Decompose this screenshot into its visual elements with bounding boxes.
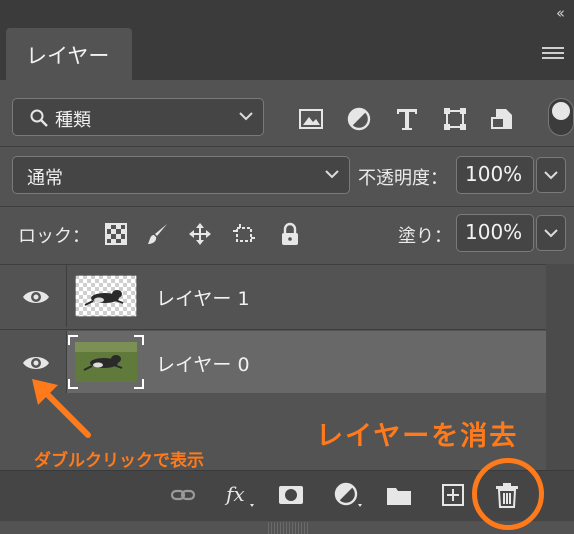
new-layer-icon[interactable] (440, 482, 466, 508)
filter-toggle[interactable] (548, 98, 574, 136)
tab-bar: レイヤー (0, 28, 574, 80)
fill-label: 塗り： (398, 226, 452, 247)
collapse-panel-icon[interactable]: ‹‹ (556, 4, 565, 22)
filter-kind-label: 種類 (55, 110, 91, 131)
blend-mode-select[interactable]: 通常 (12, 156, 350, 194)
opacity-input[interactable]: 100% (456, 156, 534, 194)
layer-thumbnail (75, 275, 137, 317)
layers-panel: ‹‹ レイヤー 種類 通常 不透明度： 100% ロック： 塗り： 100% レ… (0, 0, 574, 534)
lock-artboard-icon[interactable] (232, 222, 256, 246)
visibility-cell[interactable] (0, 265, 67, 327)
eye-icon[interactable] (22, 287, 50, 307)
annotation-arrow (32, 379, 91, 438)
delete-highlight-circle (472, 458, 544, 530)
opacity-label: 不透明度： (358, 168, 448, 189)
delete-layer-hint: レイヤーを消去 (316, 421, 519, 452)
divider (0, 146, 574, 147)
fill-dropdown-button[interactable] (536, 215, 566, 251)
type-filter-icon[interactable] (394, 106, 420, 132)
chevron-down-icon (325, 170, 339, 179)
blend-mode-label: 通常 (27, 168, 63, 189)
chevron-down-icon (544, 229, 558, 238)
mask-icon[interactable] (278, 482, 304, 508)
double-click-hint: ダブルクリックで表示 (34, 451, 204, 471)
panel-menu-icon[interactable] (542, 44, 564, 62)
fx-icon[interactable]: fx (224, 482, 256, 508)
layer-name: レイヤー 0 (156, 354, 250, 376)
link-icon[interactable] (170, 482, 196, 508)
search-icon (30, 109, 48, 127)
chevron-down-icon (544, 171, 558, 180)
layers-scrollbar[interactable] (546, 264, 574, 470)
smart-object-filter-icon[interactable] (490, 106, 516, 132)
divider (0, 329, 574, 330)
lock-all-icon[interactable] (278, 222, 302, 246)
adjustment-icon[interactable] (334, 482, 366, 508)
tab-layers[interactable]: レイヤー (6, 28, 132, 80)
tab-layers-label: レイヤー (26, 44, 110, 68)
folder-icon[interactable] (386, 482, 412, 508)
chevron-down-icon (239, 112, 253, 121)
filter-kind-select[interactable]: 種類 (12, 98, 264, 136)
opacity-value: 100% (465, 162, 523, 186)
image-filter-icon[interactable] (298, 106, 324, 132)
fill-value: 100% (465, 220, 523, 244)
resize-grip[interactable] (268, 522, 308, 534)
lock-image-icon[interactable] (146, 222, 170, 246)
svg-text:fx: fx (224, 482, 245, 506)
lock-transparent-icon[interactable] (104, 222, 128, 246)
layer-row[interactable]: レイヤー 1 (0, 265, 546, 327)
eye-icon[interactable] (22, 353, 50, 373)
layer-name: レイヤー 1 (156, 288, 250, 310)
adjustment-filter-icon[interactable] (346, 106, 372, 132)
fill-input[interactable]: 100% (456, 214, 534, 252)
lock-position-icon[interactable] (188, 222, 212, 246)
shape-filter-icon[interactable] (442, 106, 468, 132)
lock-label: ロック： (18, 226, 90, 247)
panel-top-strip: ‹‹ (0, 0, 574, 28)
divider (0, 206, 574, 207)
opacity-dropdown-button[interactable] (536, 157, 566, 193)
